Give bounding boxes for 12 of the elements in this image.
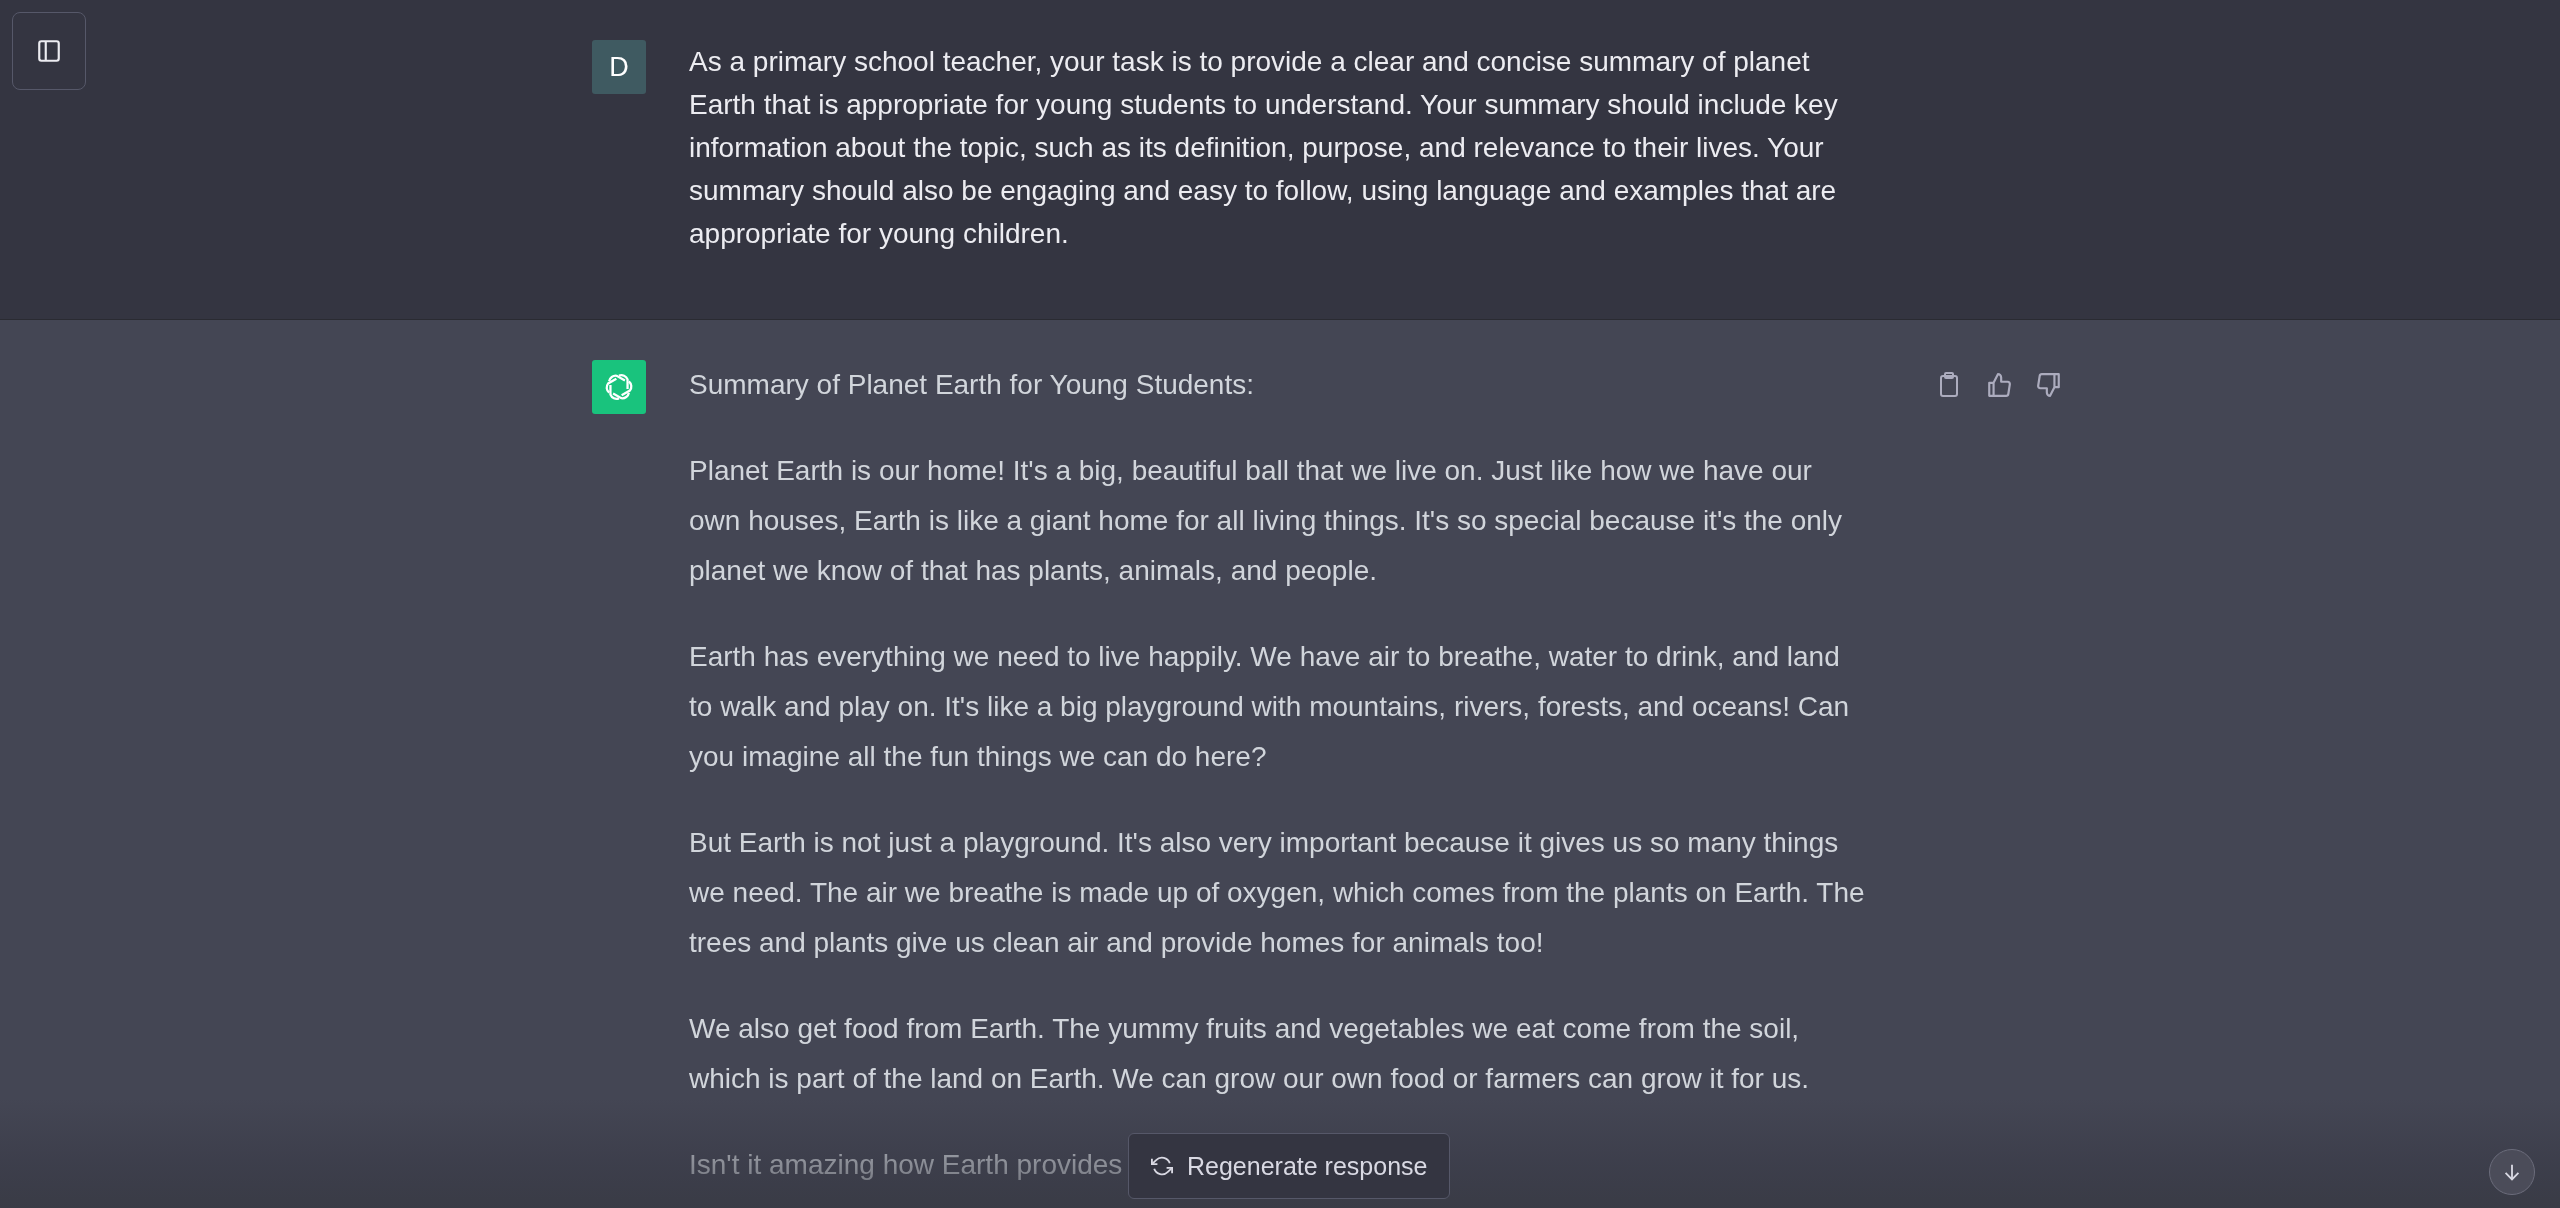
regenerate-button[interactable]: Regenerate response	[1128, 1133, 1451, 1199]
message-paragraph: We also get food from Earth. The yummy fruits and vegetables we eat come from the soil, which is part of the land on Earth. We can grow our own food or farmers can grow it for us.	[689, 1012, 1810, 1096]
response-heading: Summary of Planet Earth for Young Students:	[689, 368, 1255, 402]
message-paragraph: Earth has everything we need to live happily. We have air to breathe, water to drink, and land to walk and play on. It's like a big playground with mountains, rivers, forests, and oceans! Can you imagine all the fun things we can do here?	[689, 640, 1851, 774]
message-paragraph: Planet Earth is our home! It's a big, beautiful ball that we live on. Just like how we have our own houses, Earth is like a giant home for all living things. It's so special because it's the only planet we know of that has plants, animals, and people.	[689, 454, 1844, 588]
sidebar-icon	[36, 38, 62, 64]
message-paragraph: But Earth is not just a playground. It's also very important because it gives us so many things we need. The air we breathe is made up of oxygen, which comes from the plants on Earth. The trees and plants give us clean air and provide homes for animals too!	[689, 826, 1866, 960]
message-paragraph: As a primary school teacher, your task is to provide a clear and concise summary of planet Earth that is appropriate for young students to understand. Your summary should include key information about the topic, such as its definition, purpose, and relevance to their lives. Your summary should also be engaging and easy to follow, using language and examples that are appropriate for young children.	[689, 45, 1839, 251]
user-avatar: D	[592, 40, 646, 94]
refresh-icon	[1151, 1155, 1173, 1177]
message-paragraph: Isn't it amazing how Earth provides	[689, 1148, 1123, 1182]
sidebar-toggle-button[interactable]	[12, 12, 86, 90]
